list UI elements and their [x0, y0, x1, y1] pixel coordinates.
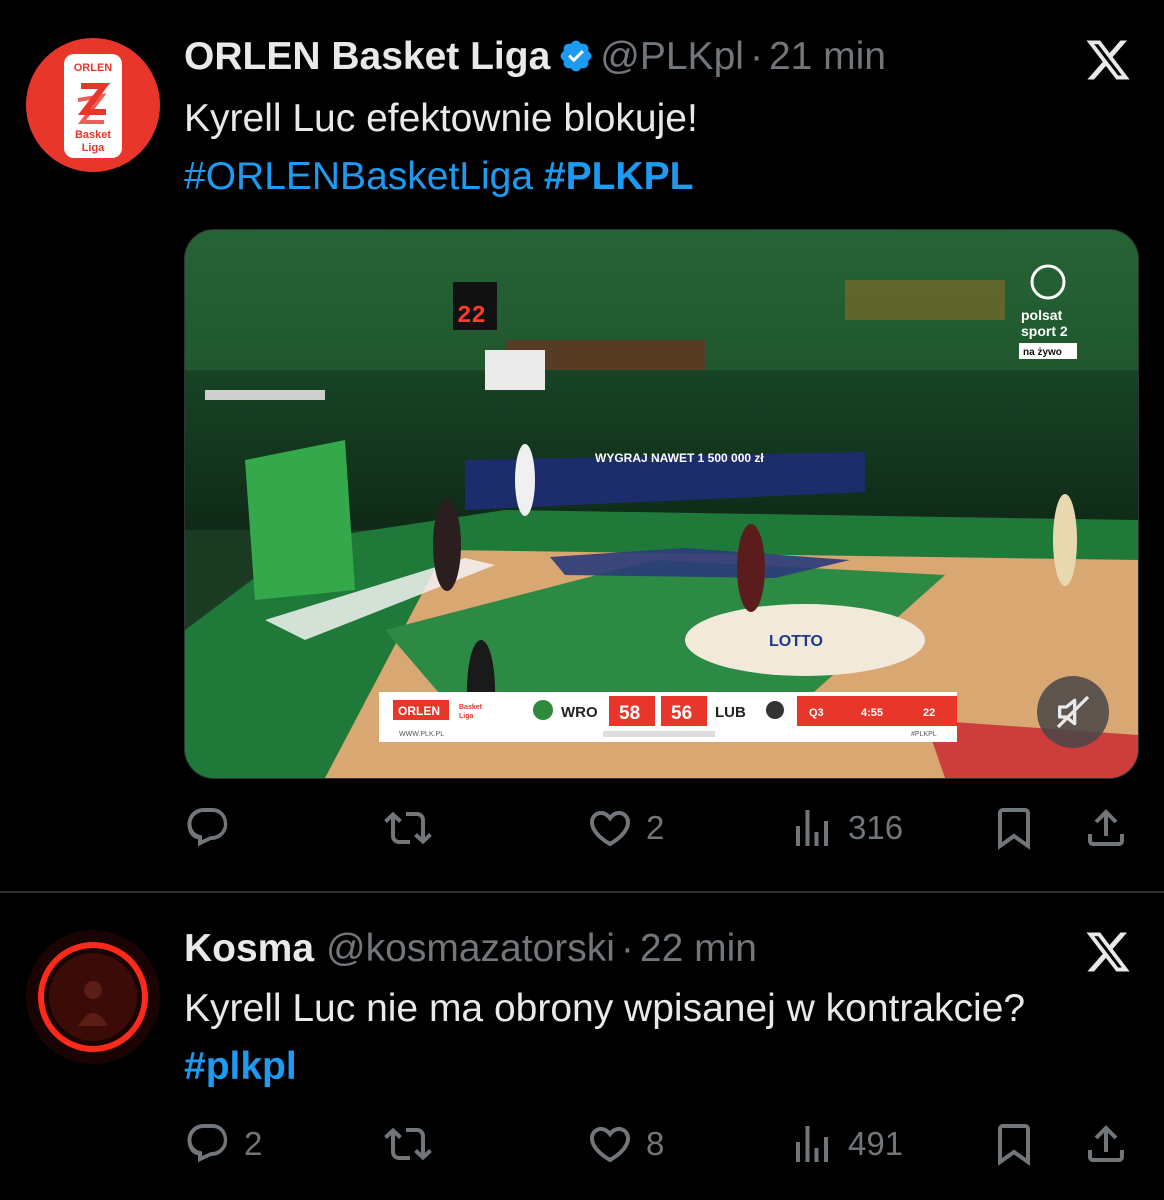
separator-dot: · — [620, 927, 634, 970]
avatar-text-line2: Liga — [82, 142, 105, 154]
video-player[interactable]: WYGRAJ NAWET 1 500 000 zł LOTTO 22 polsa… — [184, 229, 1139, 779]
scoreboard-tag: #PLKPL — [911, 731, 937, 738]
mute-button[interactable] — [1037, 676, 1109, 748]
bookmark-icon — [998, 1124, 1030, 1166]
like-count: 2 — [646, 809, 665, 846]
separator-dot: · — [749, 35, 763, 78]
tweet-text: Kyrell Luc efektownie blokuje! #ORLENBas… — [184, 90, 1124, 206]
views-count: 491 — [848, 1125, 904, 1162]
avatar-text-line1: Basket — [75, 129, 111, 141]
broadcaster-line2: sport 2 — [1021, 323, 1068, 339]
home-score: 58 — [619, 703, 640, 724]
scoreboard: ORLEN Basket Liga WRO 58 56 LUB Q3 4:55 … — [379, 692, 957, 742]
timestamp[interactable]: 21 min — [769, 35, 886, 78]
scoreboard-site: WWW.PLK.PL — [399, 731, 444, 738]
hashtag-link[interactable]: #plkpl — [184, 1045, 297, 1088]
shot-clock: 22 — [923, 707, 935, 719]
muted-speaker-icon — [1056, 695, 1090, 729]
broadcaster-line1: polsat — [1021, 307, 1063, 323]
retweet-button[interactable] — [384, 798, 444, 858]
like-button[interactable]: 8 — [586, 1114, 664, 1174]
hashtag-link[interactable]: #ORLENBasketLiga — [184, 155, 533, 198]
home-team: WRO — [561, 704, 598, 721]
quarter: Q3 — [809, 707, 824, 719]
court-logo-text: LOTTO — [769, 633, 823, 650]
action-bar: 2 8 491 — [184, 1114, 1134, 1174]
tweet-header: Kosma @kosmazatorski · 22 min — [184, 926, 757, 972]
author-name[interactable]: ORLEN Basket Liga — [184, 35, 550, 78]
tweet-text-line: Kyrell Luc efektownie blokuje! — [184, 97, 698, 140]
share-icon — [1088, 1125, 1124, 1162]
heart-icon — [589, 811, 631, 847]
away-team: LUB — [715, 704, 746, 721]
reply-button[interactable] — [184, 798, 244, 858]
share-button[interactable] — [1082, 1114, 1130, 1174]
like-button[interactable]: 2 — [586, 798, 664, 858]
author-handle[interactable]: @PLKpl — [600, 35, 744, 78]
video-frame: WYGRAJ NAWET 1 500 000 zł LOTTO 22 polsa… — [185, 230, 1138, 778]
share-icon — [1088, 809, 1124, 846]
author-name[interactable]: Kosma — [184, 927, 314, 970]
views-icon — [796, 1126, 828, 1162]
retweet-button[interactable] — [384, 1114, 444, 1174]
game-clock: 4:55 — [861, 707, 883, 719]
views-count: 316 — [848, 809, 904, 846]
live-badge: na żywo — [1023, 347, 1062, 358]
tweet[interactable]: ORLEN Basket Liga ORLEN Basket Liga @PLKp… — [0, 0, 1164, 892]
away-score: 56 — [671, 703, 692, 724]
timestamp[interactable]: 22 min — [640, 927, 757, 970]
retweet-icon — [384, 811, 432, 845]
tweet[interactable]: Kosma @kosmazatorski · 22 min Kyrell Luc ni… — [0, 893, 1164, 1200]
x-logo-icon — [1084, 928, 1132, 976]
led-banner-text: WYGRAJ NAWET 1 500 000 zł — [595, 451, 764, 465]
tweet-text: Kyrell Luc nie ma obrony wpisanej w kont… — [184, 980, 1084, 1096]
like-count: 8 — [646, 1125, 665, 1162]
bookmark-icon — [998, 808, 1030, 850]
bookmark-button[interactable] — [990, 1114, 1038, 1174]
reply-icon — [187, 808, 228, 847]
views-button[interactable]: 491 — [788, 1114, 903, 1174]
heart-icon — [589, 1127, 631, 1163]
reply-icon — [187, 1124, 228, 1163]
views-icon — [796, 810, 828, 846]
hashtag-link[interactable]: #PLKPL — [544, 155, 694, 198]
verified-badge-icon — [560, 40, 592, 72]
share-button[interactable] — [1082, 798, 1130, 858]
x-logo-icon — [1084, 36, 1132, 84]
bookmark-button[interactable] — [990, 798, 1038, 858]
scoreboard-league-line1: Basket — [459, 704, 483, 711]
avatar[interactable] — [26, 930, 160, 1064]
author-handle[interactable]: @kosmazatorski — [326, 927, 615, 970]
arena-shot-clock: 22 — [457, 303, 486, 330]
reply-count: 2 — [244, 1125, 263, 1162]
avatar-brand-text: ORLEN — [74, 62, 113, 74]
avatar[interactable]: ORLEN Basket Liga — [26, 38, 160, 172]
tweet-text-line: Kyrell Luc nie ma obrony wpisanej w kont… — [184, 987, 1026, 1030]
scoreboard-league-line2: Liga — [459, 713, 473, 720]
scoreboard-sponsor: ORLEN — [398, 704, 440, 718]
views-button[interactable]: 316 — [788, 798, 903, 858]
retweet-icon — [384, 1127, 432, 1161]
tweet-header: ORLEN Basket Liga @PLKpl · 21 min — [184, 34, 886, 80]
action-bar: 2 316 — [184, 798, 1134, 858]
reply-button[interactable]: 2 — [184, 1114, 262, 1174]
